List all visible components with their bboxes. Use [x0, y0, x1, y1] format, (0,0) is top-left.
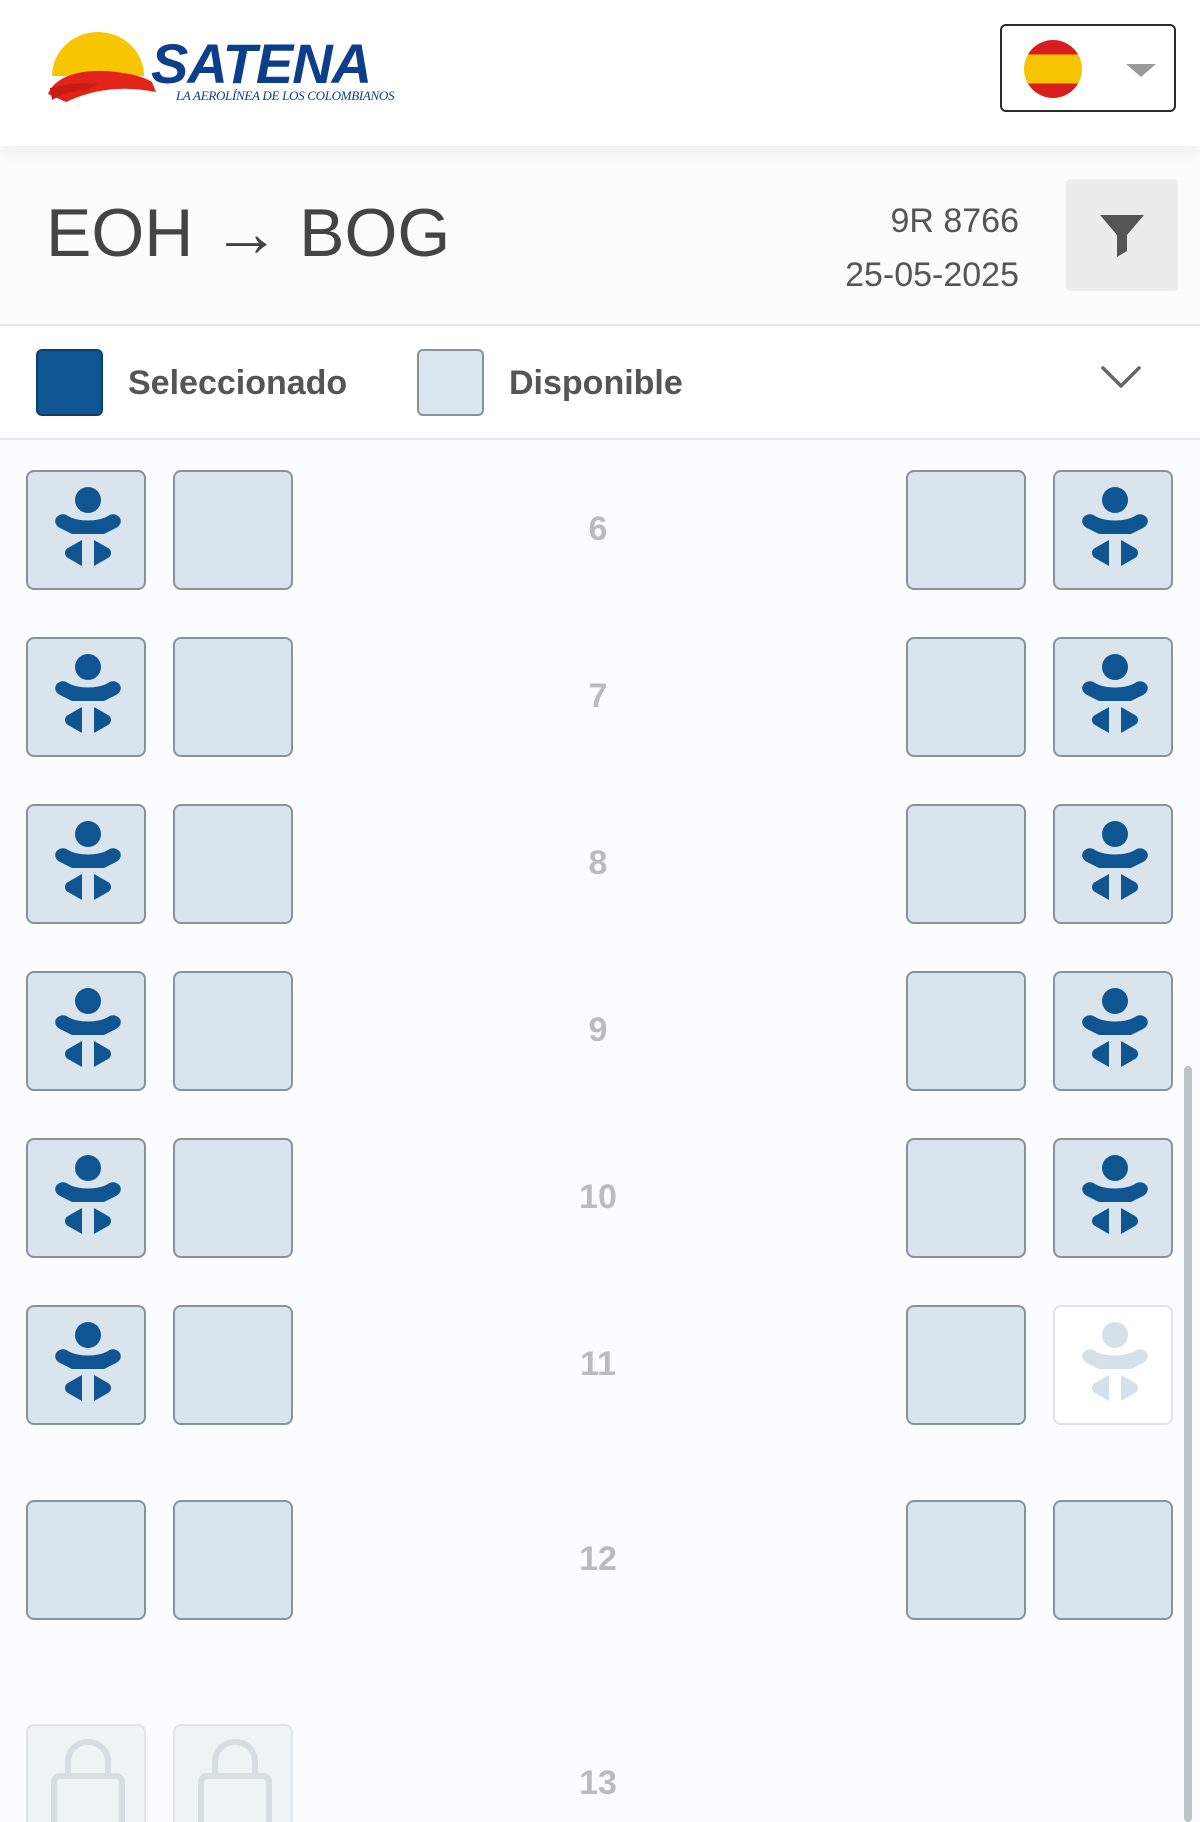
row-number: 10: [579, 1178, 617, 1216]
infant-icon: [55, 654, 121, 733]
seat-11-4: [1053, 1305, 1173, 1425]
seat-9-1[interactable]: [26, 971, 146, 1091]
seat-7-1[interactable]: [26, 637, 146, 757]
app-header: SATENA LA AEROLÍNEA DE LOS COLOMBIANOS: [0, 0, 1200, 146]
flight-date: 25-05-2025: [845, 256, 1019, 294]
seat-11-2[interactable]: [173, 1305, 293, 1425]
flight-route: EOH → BOG: [46, 195, 451, 271]
logo-wordmark: SATENA: [151, 32, 372, 95]
seat-7-4[interactable]: [1053, 637, 1173, 757]
lock-icon: [51, 1738, 125, 1822]
seat-12-3[interactable]: [906, 1500, 1026, 1620]
chevron-down-icon[interactable]: [1100, 364, 1142, 390]
language-selector[interactable]: [1000, 24, 1176, 112]
seat-12-2[interactable]: [173, 1500, 293, 1620]
row-number: 6: [588, 510, 608, 548]
seat-11-3[interactable]: [906, 1305, 1026, 1425]
seat-8-2[interactable]: [173, 804, 293, 924]
infant-icon: [1082, 821, 1148, 900]
seat-8-1[interactable]: [26, 804, 146, 924]
seat-12-1[interactable]: [26, 1500, 146, 1620]
row-number: 9: [588, 1011, 608, 1049]
infant-icon: [1082, 1322, 1148, 1401]
infant-icon: [1082, 1155, 1148, 1234]
seat-6-1[interactable]: [26, 470, 146, 590]
logo-sun-icon: [48, 32, 156, 102]
seat-6-3[interactable]: [906, 470, 1026, 590]
row-number: 11: [580, 1345, 616, 1383]
seat-7-3[interactable]: [906, 637, 1026, 757]
infant-icon: [1082, 654, 1148, 733]
lock-icon: [198, 1738, 272, 1822]
seat-6-4[interactable]: [1053, 470, 1173, 590]
flight-number: 9R 8766: [890, 202, 1019, 240]
seat-map: 6 7 8 9 10 11 12 13: [0, 440, 1200, 1822]
satena-logo[interactable]: SATENA LA AEROLÍNEA DE LOS COLOMBIANOS: [46, 28, 406, 108]
infant-icon: [55, 1155, 121, 1234]
infant-icon: [55, 988, 121, 1067]
seat-13-2: [173, 1724, 293, 1822]
infant-icon: [55, 1322, 121, 1401]
logo-tagline: LA AEROLÍNEA DE LOS COLOMBIANOS: [176, 88, 395, 103]
row-number: 12: [579, 1540, 617, 1578]
seat-10-2[interactable]: [173, 1138, 293, 1258]
seat-10-1[interactable]: [26, 1138, 146, 1258]
infant-icon: [1082, 487, 1148, 566]
seat-9-3[interactable]: [906, 971, 1026, 1091]
scrollbar[interactable]: [1184, 1066, 1192, 1822]
flight-info-bar: EOH → BOG 9R 8766 25-05-2025: [0, 146, 1200, 326]
seat-11-1[interactable]: [26, 1305, 146, 1425]
infant-icon: [1082, 988, 1148, 1067]
legend-available-swatch: [417, 349, 484, 416]
seat-legend: Seleccionado Disponible: [0, 326, 1200, 440]
caret-down-icon: [1126, 64, 1156, 77]
legend-available-label: Disponible: [509, 364, 683, 402]
infant-icon: [55, 821, 121, 900]
filter-icon: [1100, 215, 1144, 257]
seat-8-3[interactable]: [906, 804, 1026, 924]
spain-flag-icon: [1024, 40, 1082, 98]
seat-12-4[interactable]: [1053, 1500, 1173, 1620]
row-number: 8: [588, 844, 608, 882]
seat-10-3[interactable]: [906, 1138, 1026, 1258]
row-number: 13: [579, 1764, 617, 1802]
seat-8-4[interactable]: [1053, 804, 1173, 924]
legend-selected-swatch: [36, 349, 103, 416]
seat-7-2[interactable]: [173, 637, 293, 757]
filter-button[interactable]: [1066, 179, 1178, 291]
legend-selected-label: Seleccionado: [128, 364, 348, 402]
seat-9-2[interactable]: [173, 971, 293, 1091]
seat-10-4[interactable]: [1053, 1138, 1173, 1258]
seat-9-4[interactable]: [1053, 971, 1173, 1091]
infant-icon: [55, 487, 121, 566]
seat-6-2[interactable]: [173, 470, 293, 590]
seat-13-1: [26, 1724, 146, 1822]
row-number: 7: [588, 677, 608, 715]
